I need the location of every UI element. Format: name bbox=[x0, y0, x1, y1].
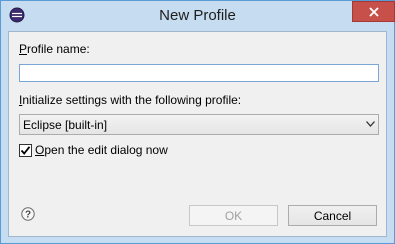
open-edit-dialog-option[interactable]: Open the edit dialog now bbox=[19, 143, 168, 157]
init-settings-label: Initialize settings with the following p… bbox=[19, 93, 242, 107]
window-title: New Profile bbox=[159, 7, 236, 24]
profile-name-label: Profile name: bbox=[19, 42, 90, 56]
close-icon bbox=[368, 6, 379, 17]
title-bar[interactable]: New Profile bbox=[1, 1, 395, 31]
new-profile-dialog: New Profile Profile name: Initialize set… bbox=[0, 0, 395, 244]
close-button[interactable] bbox=[352, 1, 395, 22]
chevron-down-icon bbox=[362, 119, 378, 130]
checkmark-icon bbox=[20, 145, 31, 155]
open-edit-dialog-checkbox[interactable] bbox=[19, 143, 32, 157]
profile-name-input[interactable] bbox=[19, 64, 379, 82]
svg-text:?: ? bbox=[25, 210, 31, 221]
cancel-button[interactable]: Cancel bbox=[288, 205, 377, 226]
open-edit-dialog-label: Open the edit dialog now bbox=[35, 143, 168, 157]
profile-select-value: Eclipse [built-in] bbox=[23, 117, 108, 132]
profile-select[interactable]: Eclipse [built-in] bbox=[19, 114, 379, 135]
dialog-content: Profile name: Initialize settings with t… bbox=[8, 31, 387, 237]
ok-button[interactable]: OK bbox=[189, 205, 278, 226]
help-icon[interactable]: ? bbox=[21, 207, 35, 221]
